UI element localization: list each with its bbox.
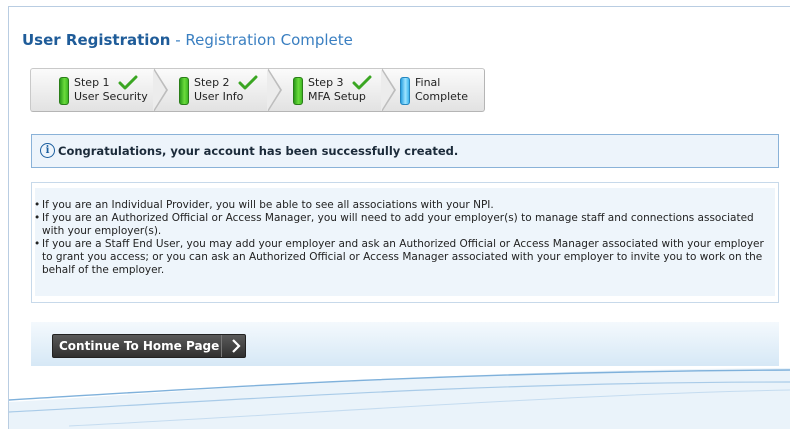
step-final-label: Final xyxy=(415,76,441,89)
chevron-right-icon xyxy=(232,339,241,353)
step-separator-arrow xyxy=(267,68,282,112)
step-2: Step 2 User Info xyxy=(154,68,268,112)
list-item: If you are an Individual Provider, you w… xyxy=(34,199,770,212)
checkmark-icon xyxy=(118,75,138,90)
continue-button-label: Continue To Home Page xyxy=(59,339,220,353)
step-1: Step 1 User Security xyxy=(30,68,154,112)
success-message: Congratulations, your account has been s… xyxy=(58,144,459,158)
notes-list: If you are an Individual Provider, you w… xyxy=(34,199,770,277)
list-item: If you are an Authorized Official or Acc… xyxy=(34,212,770,238)
step-complete-indicator xyxy=(293,77,303,105)
step-current-indicator xyxy=(400,77,410,105)
page-title: User Registration - Registration Complet… xyxy=(22,31,353,49)
page-title-separator: - xyxy=(170,31,186,49)
step-separator-arrow xyxy=(381,68,396,112)
step-final: Final Complete xyxy=(382,68,485,112)
button-divider xyxy=(221,335,222,357)
step-separator-arrow xyxy=(153,68,168,112)
step-complete-indicator xyxy=(179,77,189,105)
checkmark-icon xyxy=(352,75,372,90)
list-item: If you are a Staff End User, you may add… xyxy=(34,238,770,277)
page-title-main: User Registration xyxy=(22,31,171,49)
continue-to-home-button[interactable]: Continue To Home Page xyxy=(52,334,246,358)
registration-steps: Step 1 User Security Step 2 User Info St… xyxy=(30,68,490,112)
step-2-label: Step 2 xyxy=(194,76,230,89)
step-3: Step 3 MFA Setup xyxy=(268,68,382,112)
checkmark-icon xyxy=(238,75,258,90)
info-icon: i xyxy=(40,143,55,158)
step-final-name: Complete xyxy=(415,90,469,103)
step-2-name: User Info xyxy=(194,90,244,103)
success-message-box: i Congratulations, your account has been… xyxy=(31,134,779,168)
notes-box: If you are an Individual Provider, you w… xyxy=(31,182,779,303)
step-3-name: MFA Setup xyxy=(308,90,366,103)
step-complete-indicator xyxy=(59,77,69,105)
step-1-name: User Security xyxy=(74,90,148,103)
page-subtitle: Registration Complete xyxy=(185,31,353,49)
